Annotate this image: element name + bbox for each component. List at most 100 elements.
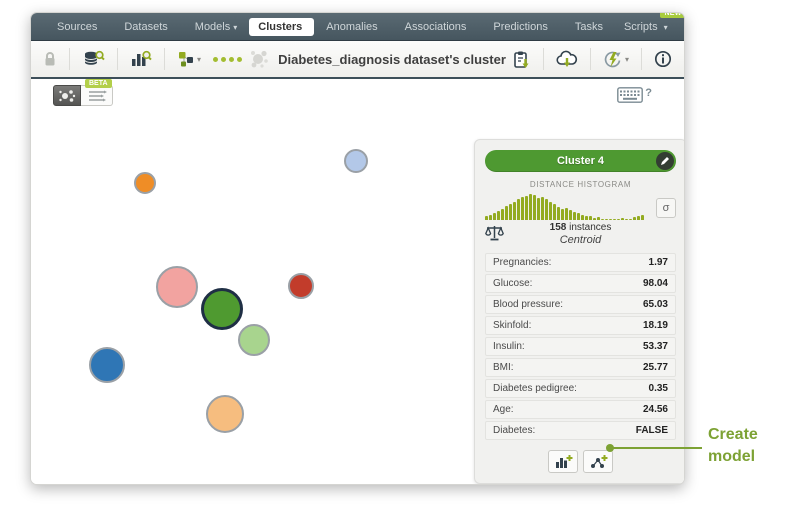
cluster-config-icon[interactable]: ▾ bbox=[177, 50, 201, 68]
toolbar-separator bbox=[641, 48, 642, 70]
cluster-view-icon bbox=[58, 88, 76, 104]
histogram-bar bbox=[541, 197, 544, 220]
table-row: Skinfold: 18.19 bbox=[485, 316, 676, 335]
distance-histogram-label: DISTANCE HISTOGRAM bbox=[485, 180, 676, 189]
new-badge: NEW bbox=[660, 12, 685, 18]
nav-item[interactable]: Anomalies bbox=[314, 18, 392, 36]
toolbar-separator bbox=[69, 48, 70, 70]
annotation-create-model: Create model bbox=[708, 424, 758, 468]
nav-item[interactable]: Datasets bbox=[112, 18, 182, 36]
toolbar-title-group: Diabetes_diagnosis dataset's cluster bbox=[242, 48, 512, 70]
cluster-bubble[interactable] bbox=[89, 347, 125, 383]
pencil-icon bbox=[660, 156, 670, 166]
tab-cluster-view[interactable] bbox=[53, 85, 81, 106]
cluster-bubble[interactable] bbox=[156, 266, 198, 308]
field-value: 1.97 bbox=[649, 257, 668, 268]
edit-cluster-button[interactable] bbox=[656, 152, 674, 170]
table-row: Insulin: 53.37 bbox=[485, 337, 676, 356]
chart-search-icon[interactable] bbox=[130, 49, 152, 69]
histogram-bar bbox=[621, 218, 624, 220]
toolbar-separator bbox=[590, 48, 591, 70]
histogram-bar bbox=[553, 204, 556, 220]
field-value: 98.04 bbox=[643, 278, 668, 289]
create-ensemble-button[interactable] bbox=[583, 450, 613, 473]
field-label: BMI: bbox=[493, 362, 514, 373]
histogram-bar bbox=[533, 195, 536, 220]
nav-item[interactable]: Associations bbox=[393, 18, 482, 36]
histogram-bar bbox=[585, 216, 588, 220]
histogram-bar bbox=[565, 208, 568, 220]
keyboard-shortcuts-button[interactable]: ? bbox=[617, 87, 652, 103]
nav-item[interactable]: Sources bbox=[45, 18, 112, 36]
table-row: Diabetes pedigree: 0.35 bbox=[485, 379, 676, 398]
cluster-bubble[interactable] bbox=[206, 395, 244, 433]
annotation-line bbox=[612, 447, 702, 449]
field-label: Skinfold: bbox=[493, 320, 531, 331]
top-navbar: Sources Datasets Models▾ Clusters Anomal… bbox=[31, 13, 684, 41]
cluster-bubble[interactable] bbox=[134, 172, 156, 194]
cluster-name-pill[interactable]: Cluster 4 bbox=[485, 150, 676, 172]
histogram-bar bbox=[549, 202, 552, 220]
field-label: Insulin: bbox=[493, 341, 525, 352]
sliders-icon bbox=[87, 89, 107, 103]
chevron-down-icon: ▾ bbox=[233, 23, 237, 32]
histogram-bar bbox=[633, 217, 636, 220]
table-row: BMI: 25.77 bbox=[485, 358, 676, 377]
view-tabs: BETA bbox=[53, 85, 113, 106]
cluster-bubble[interactable] bbox=[288, 273, 314, 299]
histogram-bar bbox=[641, 215, 644, 220]
create-model-button[interactable] bbox=[548, 450, 578, 473]
sigma-button[interactable]: σ bbox=[656, 198, 676, 218]
histogram-bar bbox=[521, 197, 524, 220]
centroid-label: Centroid bbox=[485, 234, 676, 246]
field-label: Glucose: bbox=[493, 278, 532, 289]
scriptify-icon[interactable]: ▾ bbox=[603, 50, 629, 69]
cluster-bubble[interactable] bbox=[238, 324, 270, 356]
nav-items: Sources Datasets Models▾ Clusters Anomal… bbox=[45, 18, 618, 36]
toolbar-separator bbox=[543, 48, 544, 70]
resource-toolbar: ▾ Diabetes_diagnosis dataset's cluster ▾ bbox=[31, 41, 684, 79]
toolbar-separator bbox=[117, 48, 118, 70]
cluster-bubble[interactable] bbox=[201, 288, 243, 330]
field-value: 0.35 bbox=[649, 383, 668, 394]
field-label: Diabetes: bbox=[493, 425, 535, 436]
histogram-bar bbox=[513, 202, 516, 220]
histogram-bar bbox=[557, 207, 560, 220]
histogram-bar bbox=[489, 215, 492, 220]
histogram-bar bbox=[589, 216, 592, 220]
histogram-bar bbox=[561, 209, 564, 220]
histogram-bar bbox=[537, 198, 540, 220]
page-title: Diabetes_diagnosis dataset's cluster bbox=[278, 52, 506, 67]
toolbar-left-icons: ▾ bbox=[43, 48, 242, 70]
nav-item[interactable]: Clusters bbox=[249, 18, 314, 36]
nav-item[interactable]: Tasks bbox=[563, 18, 618, 36]
histogram-bar bbox=[505, 206, 508, 220]
keyboard-icon bbox=[617, 87, 643, 103]
nav-item[interactable]: Predictions bbox=[481, 18, 562, 36]
tab-model-summary[interactable] bbox=[81, 85, 113, 106]
beta-badge: BETA bbox=[85, 79, 112, 88]
histogram-bar bbox=[581, 215, 584, 220]
table-row: Glucose: 98.04 bbox=[485, 274, 676, 293]
progress-dots-icon bbox=[213, 57, 242, 62]
clipboard-download-icon[interactable] bbox=[512, 50, 531, 69]
cluster-canvas[interactable]: BETA ? bbox=[31, 79, 684, 484]
histogram-bar bbox=[593, 218, 596, 220]
nav-item-scripts[interactable]: Scripts ▾ NEW bbox=[618, 18, 674, 36]
histogram-bar bbox=[617, 219, 620, 220]
histogram-bar bbox=[517, 199, 520, 220]
cloud-download-icon[interactable] bbox=[556, 50, 578, 69]
centroid-table: Pregnancies: 1.97 Glucose: 98.04 Blood p… bbox=[485, 253, 676, 440]
histogram-bar bbox=[485, 216, 488, 220]
nav-item[interactable]: Models▾ bbox=[183, 18, 249, 36]
scale-icon[interactable] bbox=[485, 224, 504, 247]
histogram-bar bbox=[493, 213, 496, 220]
lock-icon[interactable] bbox=[43, 51, 57, 67]
cluster-bubble[interactable] bbox=[344, 149, 368, 173]
field-value: FALSE bbox=[636, 425, 668, 436]
cluster-bubbles-icon bbox=[248, 48, 270, 70]
info-icon[interactable] bbox=[654, 50, 672, 68]
dataset-search-icon[interactable] bbox=[82, 49, 105, 69]
field-value: 24.56 bbox=[643, 404, 668, 415]
field-label: Diabetes pedigree: bbox=[493, 383, 577, 394]
